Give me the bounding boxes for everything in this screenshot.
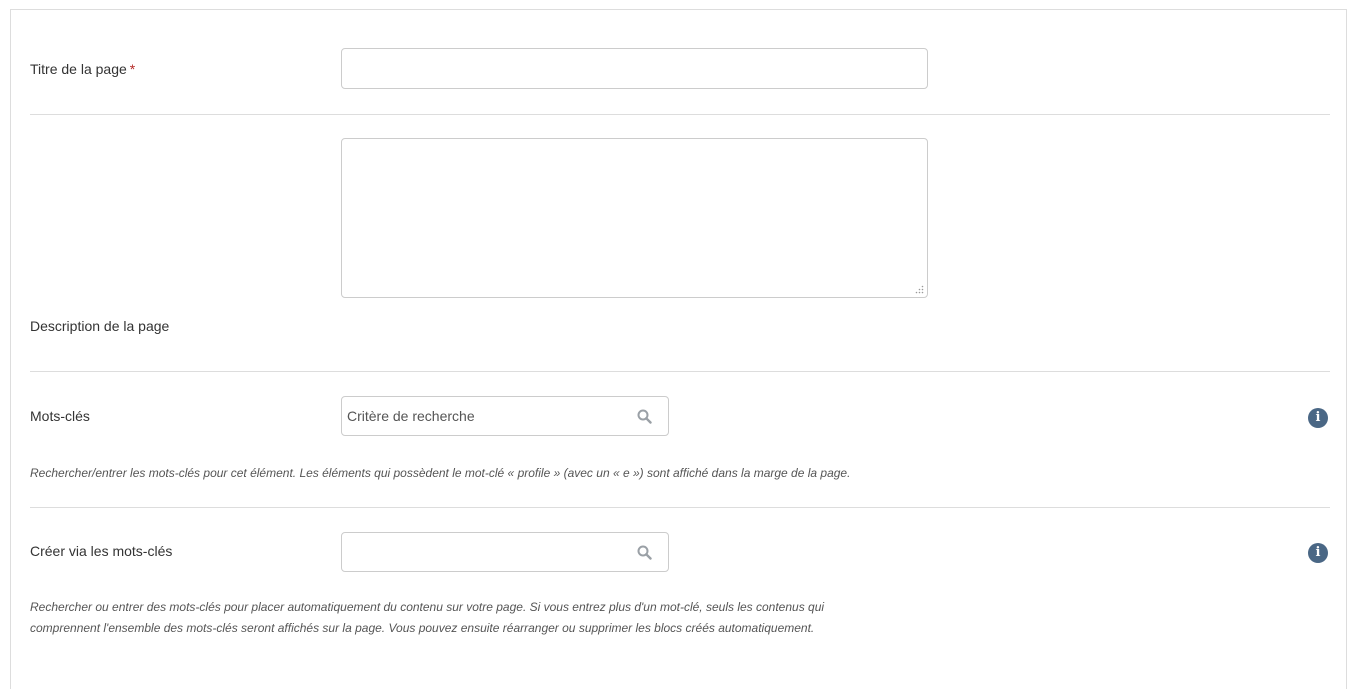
info-icon[interactable]: i	[1308, 543, 1328, 563]
divider	[30, 507, 1330, 508]
tags-search-placeholder: Critère de recherche	[347, 408, 475, 424]
search-icon	[637, 409, 652, 424]
create-by-tags-input[interactable]	[341, 532, 669, 572]
resize-grip-icon[interactable]	[915, 285, 924, 294]
title-input[interactable]	[341, 48, 928, 89]
search-icon	[637, 545, 652, 560]
description-textarea[interactable]	[341, 138, 928, 298]
description-label: Description de la page	[30, 318, 170, 334]
info-icon[interactable]: i	[1308, 408, 1328, 428]
divider	[30, 114, 1330, 115]
tags-help-text: Rechercher/entrer les mots-clés pour cet…	[30, 466, 851, 480]
divider	[30, 371, 1330, 372]
help-line: comprennent l'ensemble des mots-clés ser…	[30, 621, 815, 635]
tags-label: Mots-clés	[30, 408, 90, 424]
tags-search-input[interactable]: Critère de recherche	[341, 396, 669, 436]
create-by-tags-label: Créer via les mots-clés	[30, 543, 173, 559]
title-label-text: Titre de la page	[30, 61, 127, 77]
page-settings-panel	[10, 9, 1347, 689]
title-label: Titre de la page *	[30, 61, 135, 77]
create-by-tags-help-text: Rechercher ou entrer des mots-clés pour …	[30, 597, 1030, 639]
help-line: Rechercher ou entrer des mots-clés pour …	[30, 600, 825, 614]
required-mark: *	[129, 61, 136, 77]
